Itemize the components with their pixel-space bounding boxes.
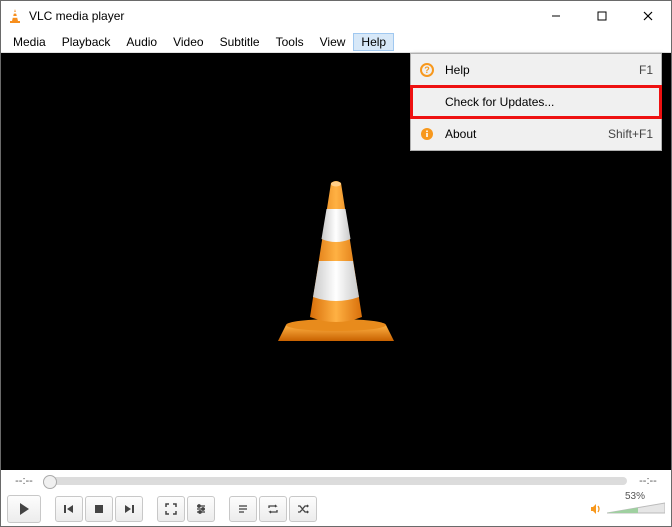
minimize-button[interactable] bbox=[533, 1, 579, 31]
menu-tools[interactable]: Tools bbox=[268, 33, 312, 51]
menu-help[interactable]: Help bbox=[353, 33, 394, 51]
help-menu-shortcut: Shift+F1 bbox=[608, 127, 653, 141]
menu-video[interactable]: Video bbox=[165, 33, 211, 51]
window-title: VLC media player bbox=[29, 9, 533, 23]
playlist-group bbox=[229, 496, 317, 522]
speaker-icon[interactable] bbox=[589, 502, 603, 516]
svg-text:?: ? bbox=[424, 65, 430, 75]
help-menu-dropdown: ? Help F1 Check for Updates... About Shi… bbox=[410, 53, 662, 151]
help-menu-item-check-updates[interactable]: Check for Updates... bbox=[411, 86, 661, 118]
vlc-logo-icon bbox=[7, 8, 23, 24]
skip-group bbox=[55, 496, 143, 522]
playlist-button[interactable] bbox=[229, 496, 257, 522]
previous-button[interactable] bbox=[55, 496, 83, 522]
vlc-cone-icon bbox=[276, 177, 396, 347]
info-circle-icon bbox=[419, 126, 435, 142]
menu-subtitle[interactable]: Subtitle bbox=[212, 33, 268, 51]
fullscreen-button[interactable] bbox=[157, 496, 185, 522]
volume-slider[interactable] bbox=[607, 501, 665, 517]
time-total[interactable]: --:-- bbox=[633, 475, 663, 487]
help-menu-shortcut: F1 bbox=[639, 63, 653, 77]
menu-playback[interactable]: Playback bbox=[54, 33, 119, 51]
help-menu-label: Help bbox=[445, 63, 639, 77]
help-menu-item-about[interactable]: About Shift+F1 bbox=[411, 118, 661, 150]
help-menu-label: About bbox=[445, 127, 608, 141]
volume-control: 53% bbox=[589, 501, 665, 517]
title-bar: VLC media player bbox=[1, 1, 671, 31]
help-menu-label: Check for Updates... bbox=[445, 95, 653, 109]
help-menu-item-help[interactable]: ? Help F1 bbox=[411, 54, 661, 86]
menu-bar: Media Playback Audio Video Subtitle Tool… bbox=[1, 31, 671, 53]
app-window: VLC media player Media Playback Audio Vi… bbox=[0, 0, 672, 527]
shuffle-button[interactable] bbox=[289, 496, 317, 522]
loop-button[interactable] bbox=[259, 496, 287, 522]
seek-slider[interactable] bbox=[45, 477, 627, 485]
view-group bbox=[157, 496, 215, 522]
extended-settings-button[interactable] bbox=[187, 496, 215, 522]
menu-view[interactable]: View bbox=[312, 33, 354, 51]
menu-media[interactable]: Media bbox=[5, 33, 54, 51]
close-button[interactable] bbox=[625, 1, 671, 31]
seek-row: --:-- --:-- bbox=[1, 470, 671, 492]
next-button[interactable] bbox=[115, 496, 143, 522]
maximize-button[interactable] bbox=[579, 1, 625, 31]
time-elapsed[interactable]: --:-- bbox=[9, 475, 39, 487]
menu-audio[interactable]: Audio bbox=[118, 33, 165, 51]
control-bar: 53% bbox=[1, 492, 671, 526]
blank-icon bbox=[419, 94, 435, 110]
help-circle-icon: ? bbox=[419, 62, 435, 78]
stop-button[interactable] bbox=[85, 496, 113, 522]
play-button[interactable] bbox=[7, 495, 41, 523]
